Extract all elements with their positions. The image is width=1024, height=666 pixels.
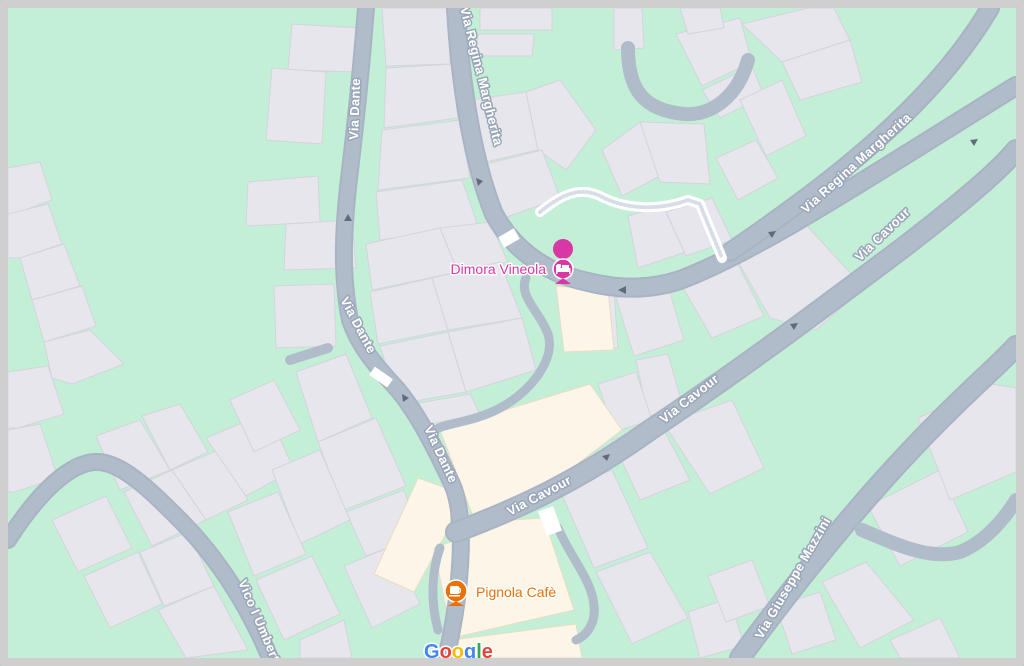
building	[381, 8, 451, 67]
building	[479, 8, 553, 31]
google-logo: Google	[423, 640, 495, 659]
building	[287, 23, 361, 73]
street-label-via-dante: Via Dante	[346, 78, 363, 140]
building	[377, 119, 471, 191]
building	[475, 33, 535, 57]
map-canvas[interactable]: Via Dante Via Dante Via Dante Via Regina…	[8, 8, 1016, 658]
building	[383, 63, 459, 129]
oneway-arrow-icon	[970, 139, 978, 146]
svg-text:Google: Google	[424, 641, 493, 658]
building-dimora-vineola	[555, 285, 615, 353]
map-frame: Via Dante Via Dante Via Dante Via Regina…	[0, 0, 1024, 666]
building	[595, 551, 689, 645]
building	[273, 283, 337, 349]
building	[265, 67, 327, 145]
poi-label-pignola-cafe[interactable]: Pignola Cafè	[475, 583, 558, 602]
poi-label-dimora-vineola[interactable]: Dimora Vineola	[449, 260, 548, 279]
building	[245, 175, 321, 227]
